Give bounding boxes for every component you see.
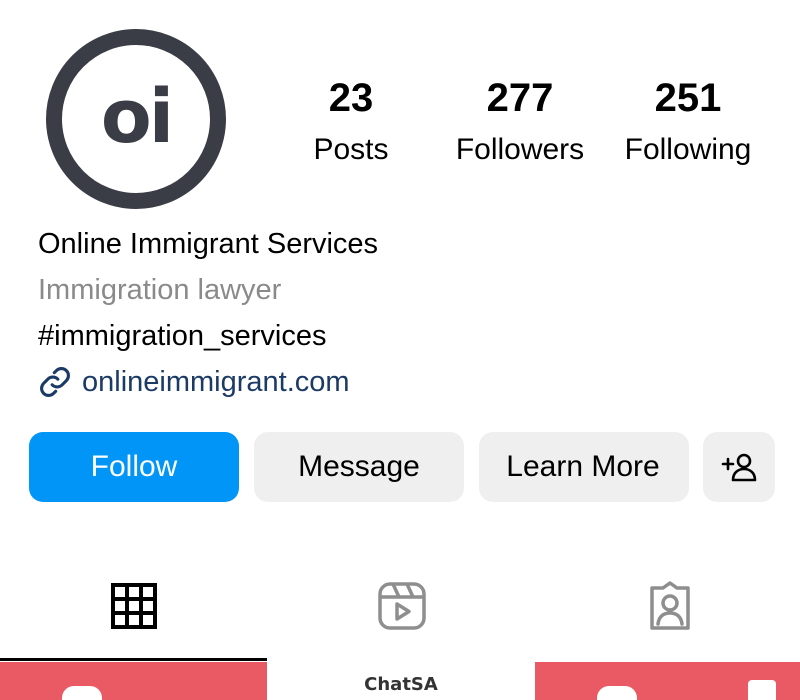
followers-stat[interactable]: 277 Followers bbox=[440, 74, 600, 170]
profile-hashtag[interactable]: #immigration_services bbox=[38, 318, 327, 354]
following-count: 251 bbox=[654, 76, 722, 120]
follow-button[interactable]: Follow bbox=[29, 432, 239, 502]
following-label: Following bbox=[624, 133, 752, 166]
tab-reels[interactable] bbox=[376, 580, 428, 632]
post-thumbnail[interactable]: ChatSA bbox=[268, 662, 534, 700]
link-icon bbox=[40, 367, 70, 397]
following-stat[interactable]: 251 Following bbox=[612, 74, 764, 170]
message-button[interactable]: Message bbox=[254, 432, 464, 502]
profile-category: Immigration lawyer bbox=[38, 274, 282, 306]
tab-posts-grid[interactable] bbox=[108, 580, 160, 632]
suggest-user-button[interactable] bbox=[703, 432, 775, 502]
posts-label: Posts bbox=[313, 133, 389, 166]
website-text: onlineimmigrant.com bbox=[82, 366, 350, 398]
profile-website-link[interactable]: onlineimmigrant.com bbox=[38, 364, 350, 400]
post-graphic bbox=[62, 686, 102, 700]
tab-tagged[interactable] bbox=[644, 580, 696, 632]
profile-avatar[interactable]: oi bbox=[46, 29, 226, 209]
learn-more-button[interactable]: Learn More bbox=[479, 432, 689, 502]
tagged-icon bbox=[650, 581, 690, 630]
active-tab-indicator bbox=[0, 658, 267, 661]
reels-icon bbox=[378, 582, 426, 630]
add-user-icon bbox=[721, 453, 757, 482]
post-caption: ChatSA bbox=[364, 674, 438, 695]
avatar-logo-text: oi bbox=[100, 74, 174, 160]
grid-icon bbox=[111, 583, 157, 629]
followers-label: Followers bbox=[455, 133, 585, 166]
posts-stat: 23 Posts bbox=[291, 74, 411, 170]
post-graphic bbox=[748, 680, 776, 700]
post-graphic bbox=[597, 686, 637, 700]
posts-count: 23 bbox=[328, 76, 374, 120]
followers-count: 277 bbox=[486, 76, 554, 120]
profile-name: Online Immigrant Services bbox=[38, 228, 379, 260]
post-thumbnail[interactable] bbox=[535, 662, 800, 700]
post-thumbnail[interactable] bbox=[0, 662, 267, 700]
